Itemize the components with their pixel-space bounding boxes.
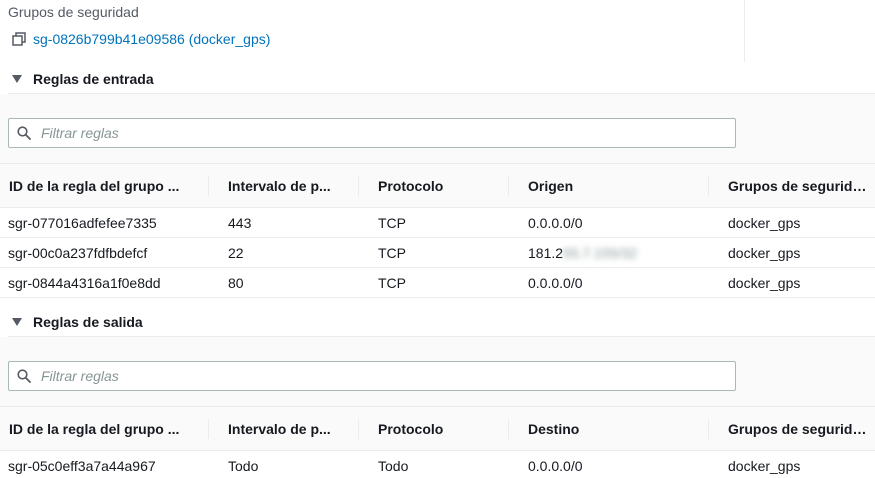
search-icon	[17, 369, 31, 383]
port-range-cell: 80	[208, 267, 358, 298]
security-group-cell: docker_gps	[708, 267, 875, 298]
inbound-rules-toggle[interactable]: Reglas de entrada	[12, 71, 154, 87]
source-cell: 181.255.7.155/32	[508, 237, 708, 268]
table-row[interactable]: sgr-05c0eff3a7a44a967 Todo Todo 0.0.0.0/…	[0, 450, 875, 478]
column-header-destination[interactable]: Destino	[508, 406, 708, 451]
inbound-rules-table: ID de la regla del grupo ... Intervalo d…	[0, 163, 875, 298]
inbound-rules-title: Reglas de entrada	[33, 71, 154, 87]
column-separator	[358, 176, 359, 196]
rule-id-cell: sgr-077016adfefee7335	[0, 207, 208, 238]
protocol-cell: TCP	[358, 267, 508, 298]
port-range-cell: 22	[208, 237, 358, 268]
protocol-cell: TCP	[358, 237, 508, 268]
protocol-cell: TCP	[358, 207, 508, 238]
table-row[interactable]: sgr-077016adfefee7335 443 TCP 0.0.0.0/0 …	[0, 207, 875, 238]
copy-icon[interactable]	[12, 32, 26, 46]
column-header-protocol[interactable]: Protocolo	[358, 163, 508, 208]
rule-id-cell: sgr-00c0a237fdfbdefcf	[0, 237, 208, 268]
column-header-protocol[interactable]: Protocolo	[358, 406, 508, 451]
security-group-link[interactable]: sg-0826b799b41e09586 (docker_gps)	[33, 30, 270, 48]
table-header-row: ID de la regla del grupo ... Intervalo d…	[0, 406, 875, 451]
outbound-rules-toggle[interactable]: Reglas de salida	[12, 314, 143, 330]
inbound-filter-box[interactable]	[8, 118, 736, 148]
column-separator	[508, 419, 509, 439]
outbound-filter-area	[0, 337, 875, 407]
outbound-rules-title: Reglas de salida	[33, 314, 143, 330]
source-redacted-text: 55.7.155/32	[563, 244, 638, 261]
source-visible-text: 181.2	[528, 244, 564, 261]
source-cell: 0.0.0.0/0	[508, 207, 708, 238]
inbound-filter-input[interactable]	[41, 125, 701, 141]
outbound-filter-input[interactable]	[41, 368, 701, 384]
vertical-divider	[744, 0, 745, 62]
caret-down-icon	[12, 75, 22, 83]
column-header-security-groups[interactable]: Grupos de seguridad	[708, 406, 875, 451]
rule-id-cell: sgr-0844a4316a1f0e8dd	[0, 267, 208, 298]
security-group-link-row: sg-0826b799b41e09586 (docker_gps)	[12, 30, 270, 48]
column-header-security-groups[interactable]: Grupos de seguridad	[708, 163, 875, 208]
destination-cell: 0.0.0.0/0	[508, 450, 708, 478]
column-header-rule-id[interactable]: ID de la regla del grupo ...	[0, 163, 208, 208]
protocol-cell: Todo	[358, 450, 508, 478]
security-groups-label: Grupos de seguridad	[8, 4, 139, 20]
column-header-port-range[interactable]: Intervalo de p...	[208, 406, 358, 451]
rule-id-cell: sgr-05c0eff3a7a44a967	[0, 450, 208, 478]
source-cell: 0.0.0.0/0	[508, 267, 708, 298]
column-separator	[208, 176, 209, 196]
search-icon	[17, 126, 31, 140]
port-range-cell: 443	[208, 207, 358, 238]
column-separator	[208, 419, 209, 439]
port-range-cell: Todo	[208, 450, 358, 478]
table-row[interactable]: sgr-00c0a237fdfbdefcf 22 TCP 181.255.7.1…	[0, 237, 875, 268]
inbound-filter-area	[0, 94, 875, 164]
table-row[interactable]: sgr-0844a4316a1f0e8dd 80 TCP 0.0.0.0/0 d…	[0, 267, 875, 298]
column-separator	[708, 176, 709, 196]
column-separator	[358, 419, 359, 439]
caret-down-icon	[12, 318, 22, 326]
column-separator	[508, 176, 509, 196]
security-groups-header: Grupos de seguridad	[8, 3, 139, 21]
table-header-row: ID de la regla del grupo ... Intervalo d…	[0, 163, 875, 208]
security-group-cell: docker_gps	[708, 237, 875, 268]
column-header-port-range[interactable]: Intervalo de p...	[208, 163, 358, 208]
security-group-cell: docker_gps	[708, 207, 875, 238]
security-group-cell: docker_gps	[708, 450, 875, 478]
outbound-filter-box[interactable]	[8, 361, 736, 391]
column-header-rule-id[interactable]: ID de la regla del grupo ...	[0, 406, 208, 451]
column-header-source[interactable]: Origen	[508, 163, 708, 208]
column-separator	[708, 419, 709, 439]
outbound-rules-table: ID de la regla del grupo ... Intervalo d…	[0, 406, 875, 478]
